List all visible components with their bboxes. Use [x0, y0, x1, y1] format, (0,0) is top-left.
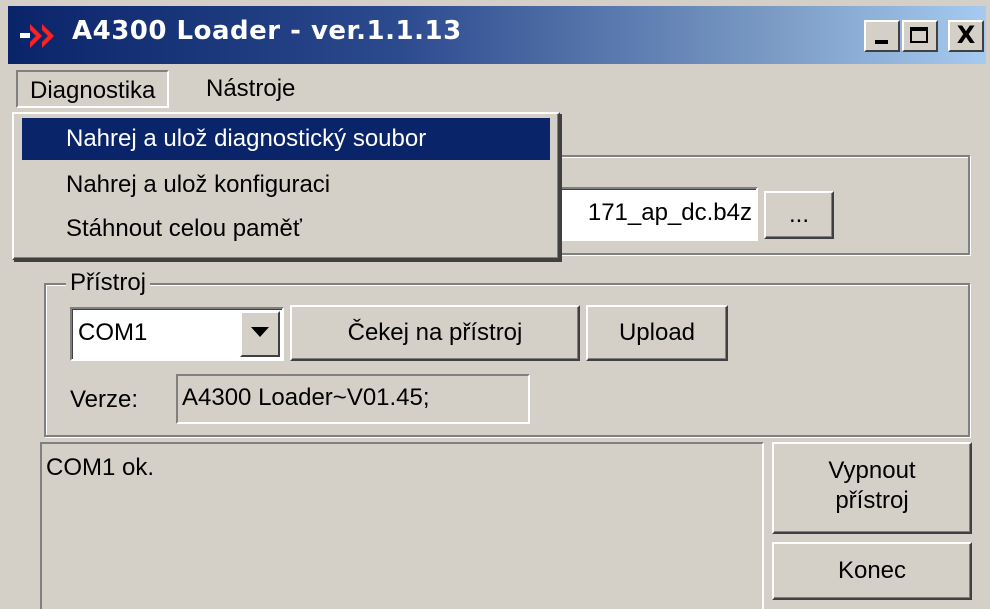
menu-item-load-save-diagnostic[interactable]: Nahrej a ulož diagnostický soubor: [22, 118, 550, 160]
menu-item-download-memory[interactable]: Stáhnout celou paměť: [22, 208, 550, 250]
app-arrow-icon: [20, 24, 54, 48]
port-select[interactable]: COM1: [70, 307, 284, 361]
close-icon: X: [956, 21, 976, 49]
upload-button[interactable]: Upload: [586, 305, 728, 361]
app-window: A4300 Loader - ver.1.1.13 X Diagnostika …: [0, 0, 990, 609]
power-off-label-line1: Vypnout: [828, 457, 916, 484]
diagnostika-dropdown-menu: Nahrej a ulož diagnostický soubor Nahrej…: [12, 112, 560, 260]
port-value: COM1: [78, 319, 148, 346]
maximize-button[interactable]: [902, 20, 938, 52]
menu-nastroje[interactable]: Nástroje: [194, 70, 307, 108]
minimize-button[interactable]: [864, 20, 900, 52]
status-log[interactable]: COM1 ok.: [40, 442, 764, 609]
status-log-text: COM1 ok.: [46, 454, 155, 481]
title-bar[interactable]: A4300 Loader - ver.1.1.13 X: [8, 6, 986, 64]
device-group-label: Přístroj: [66, 269, 151, 297]
minimize-icon: [875, 40, 888, 44]
file-path-value: 171_ap_dc.b4z: [587, 199, 752, 226]
menu-diagnostika[interactable]: Diagnostika: [16, 70, 170, 108]
maximize-icon: [910, 27, 928, 43]
wait-for-device-button[interactable]: Čekej na přístroj: [290, 305, 580, 361]
menu-item-load-save-config[interactable]: Nahrej a ulož konfiguraci: [22, 164, 550, 206]
close-button[interactable]: X: [948, 20, 984, 52]
power-off-label-line2: přístroj: [835, 487, 909, 514]
version-field: A4300 Loader~V01.45;: [176, 374, 530, 424]
file-path-input[interactable]: 171_ap_dc.b4z: [530, 187, 758, 241]
menu-bar: Diagnostika Nástroje: [8, 66, 986, 110]
chevron-down-icon[interactable]: [240, 311, 280, 357]
browse-button[interactable]: ...: [764, 191, 834, 239]
exit-button[interactable]: Konec: [772, 542, 972, 600]
window-title: A4300 Loader - ver.1.1.13: [72, 16, 462, 46]
version-label: Verze:: [70, 386, 139, 413]
power-off-button[interactable]: Vypnout přístroj: [772, 442, 972, 534]
